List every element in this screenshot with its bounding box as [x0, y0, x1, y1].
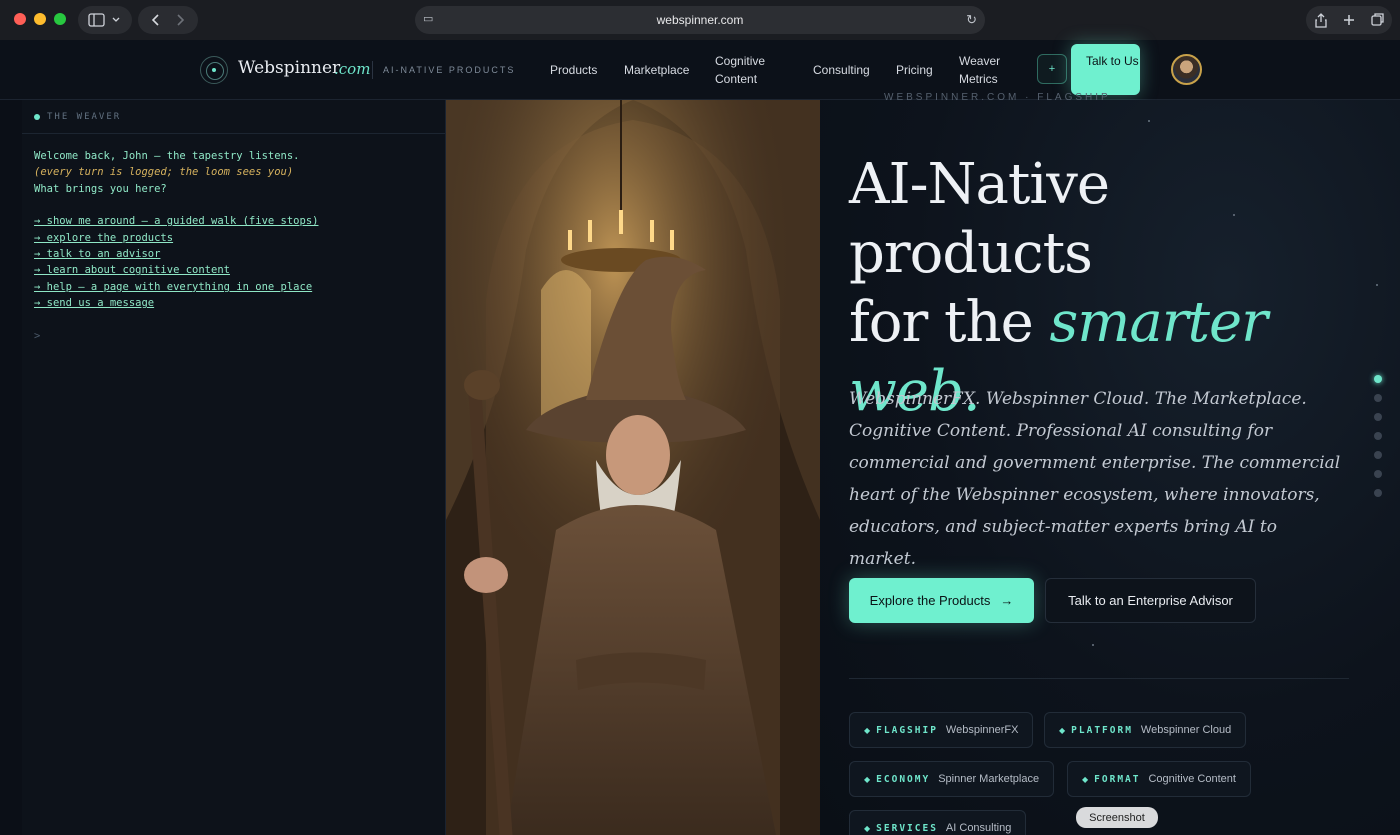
star-decoration: [1148, 120, 1150, 122]
address-bar[interactable]: ▭ webspinner.com ↻: [415, 6, 985, 34]
product-chip-format[interactable]: ◆ FORMAT Cognitive Content: [1067, 761, 1251, 797]
pager-dot[interactable]: [1374, 375, 1382, 383]
browser-toolbar: ▭ webspinner.com ↻: [0, 0, 1400, 40]
terminal-title: THE WEAVER: [47, 111, 122, 122]
terminal-greeting: Welcome back, John — the tapestry listen…: [34, 150, 300, 162]
section-pager: [1374, 375, 1382, 497]
nav-pricing[interactable]: Pricing: [896, 61, 933, 79]
terminal-note: (every turn is logged; the loom sees you…: [34, 166, 294, 179]
nav-consulting[interactable]: Consulting: [813, 61, 870, 79]
product-chip-platform[interactable]: ◆ PLATFORM Webspinner Cloud: [1044, 712, 1247, 748]
hero-subtitle: WebspinnerFX. Webspinner Cloud. The Mark…: [849, 389, 1341, 569]
diamond-icon: ◆: [1059, 725, 1066, 735]
sidebar-toggle-button[interactable]: [78, 6, 132, 34]
hero-title-line-2: products: [849, 221, 1093, 286]
chip-name: WebspinnerFX: [945, 724, 1019, 736]
hero-title-line-1: AI-Native: [849, 152, 1110, 217]
hero-title-plain: for the: [849, 290, 1050, 355]
nav-weaver-metrics[interactable]: Weaver Metrics: [959, 52, 1011, 88]
browser-actions: [1306, 6, 1392, 34]
new-tab-icon: [1344, 15, 1354, 25]
page-settings-icon[interactable]: ▭: [423, 13, 435, 25]
zoom-window-button[interactable]: [54, 13, 66, 25]
tab-overview-icon: [1371, 15, 1382, 26]
chip-kind: FORMAT: [1094, 773, 1141, 785]
enterprise-advisor-button[interactable]: Talk to an Enterprise Advisor: [1045, 578, 1256, 623]
diamond-icon: ◆: [1082, 774, 1089, 784]
chip-name: Webspinner Cloud: [1140, 724, 1232, 736]
status-dot-icon: [34, 113, 40, 120]
wizard-image: [446, 100, 820, 835]
site-header: Webspinner .com AI-NATIVE PRODUCTS Produ…: [0, 40, 1400, 100]
pager-dot[interactable]: [1374, 394, 1382, 402]
option-cognitive-content[interactable]: → learn about cognitive content: [34, 262, 433, 278]
explore-products-label: Explore the Products: [869, 593, 991, 608]
reload-icon[interactable]: ↻: [966, 12, 977, 28]
plus-button[interactable]: +: [1037, 54, 1067, 84]
chip-name: AI Consulting: [945, 822, 1012, 834]
screenshot-tooltip: Screenshot: [1076, 807, 1158, 828]
option-talk-advisor[interactable]: → talk to an advisor: [34, 246, 433, 262]
terminal-header: THE WEAVER: [22, 100, 445, 134]
hero-divider: [849, 678, 1349, 679]
weaver-terminal: THE WEAVER Welcome back, John — the tape…: [22, 100, 446, 835]
chip-kind: FLAGSHIP: [876, 724, 938, 736]
back-forward-icon[interactable]: [145, 13, 191, 27]
product-chip-economy[interactable]: ◆ ECONOMY Spinner Marketplace: [849, 761, 1055, 797]
logo-icon[interactable]: [200, 56, 228, 84]
star-decoration: [1092, 644, 1094, 646]
chip-kind: SERVICES: [876, 822, 938, 834]
logo-name[interactable]: Webspinner: [238, 58, 340, 78]
wizard-illustration: [446, 100, 820, 835]
option-send-message[interactable]: → send us a message: [34, 295, 433, 311]
terminal-question: What brings you here?: [34, 182, 167, 195]
url-text: webspinner.com: [656, 13, 744, 27]
close-window-button[interactable]: [14, 13, 26, 25]
talk-to-us-button[interactable]: Talk to Us: [1071, 44, 1140, 95]
terminal-prompt-input[interactable]: >: [34, 328, 433, 344]
chip-name: Cognitive Content: [1148, 773, 1236, 785]
logo-divider: [372, 61, 373, 79]
diamond-icon: ◆: [864, 774, 871, 784]
option-guided-walk[interactable]: → show me around — a guided walk (five s…: [34, 213, 433, 229]
product-chip-services[interactable]: ◆ SERVICES AI Consulting: [849, 810, 1027, 835]
explore-products-button[interactable]: Explore the Products →: [849, 578, 1034, 623]
pager-dot[interactable]: [1374, 413, 1382, 421]
option-help-page[interactable]: → help — a page with everything in one p…: [34, 279, 433, 295]
nav-cognitive-content[interactable]: Cognitive Content: [715, 52, 790, 88]
sidebar-icon: [88, 13, 120, 27]
user-avatar[interactable]: [1171, 54, 1202, 85]
pager-dot[interactable]: [1374, 489, 1382, 497]
logo-tagline: AI-NATIVE PRODUCTS: [383, 65, 516, 75]
chip-kind: ECONOMY: [876, 773, 931, 785]
window-controls: [14, 13, 66, 25]
pager-dot[interactable]: [1374, 451, 1382, 459]
arrow-right-icon: →: [1000, 593, 1014, 608]
hero-eyebrow: WEBSPINNER.COM · FLAGSHIP: [884, 92, 1111, 103]
nav-products[interactable]: Products: [550, 61, 597, 79]
option-explore-products[interactable]: → explore the products: [34, 230, 433, 246]
diamond-icon: ◆: [864, 823, 871, 833]
chip-kind: PLATFORM: [1071, 724, 1133, 736]
terminal-body: Welcome back, John — the tapestry listen…: [22, 134, 445, 358]
toolbar-actions-icons: [1315, 13, 1384, 28]
history-nav: [138, 6, 198, 34]
pager-dot[interactable]: [1374, 432, 1382, 440]
pager-dot[interactable]: [1374, 470, 1382, 478]
nav-marketplace[interactable]: Marketplace: [624, 61, 689, 79]
share-icon: [1315, 13, 1327, 28]
minimize-window-button[interactable]: [34, 13, 46, 25]
chip-name: Spinner Marketplace: [938, 773, 1040, 785]
diamond-icon: ◆: [864, 725, 871, 735]
product-chip-flagship[interactable]: ◆ FLAGSHIP WebspinnerFX: [849, 712, 1034, 748]
logo-tld[interactable]: .com: [334, 60, 370, 78]
